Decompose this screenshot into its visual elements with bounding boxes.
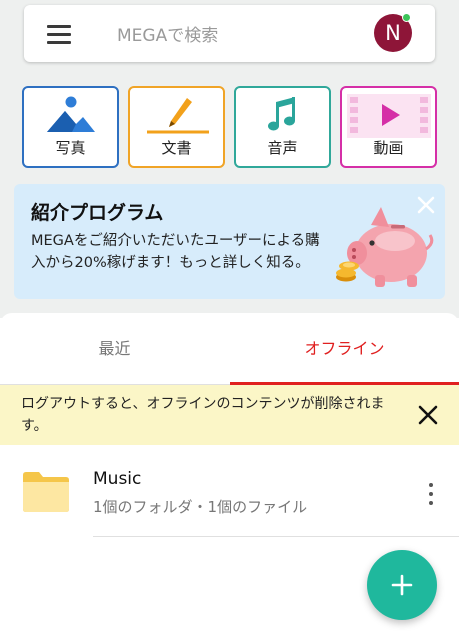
list-item[interactable]: Music 1個のフォルダ・1個のファイル bbox=[0, 453, 459, 535]
banner-title: 紹介プログラム bbox=[31, 202, 164, 224]
tab-recent[interactable]: 最近 bbox=[0, 313, 229, 385]
audio-icon bbox=[236, 94, 329, 138]
category-label: 音声 bbox=[267, 139, 298, 157]
category-audio[interactable]: 音声 bbox=[234, 86, 331, 168]
category-label: 文書 bbox=[161, 139, 192, 157]
add-button[interactable] bbox=[367, 550, 437, 620]
photo-icon bbox=[24, 94, 117, 138]
document-icon bbox=[130, 94, 223, 138]
more-options-icon[interactable] bbox=[421, 481, 441, 507]
video-icon bbox=[342, 94, 435, 138]
list-divider bbox=[93, 536, 459, 537]
close-icon[interactable] bbox=[416, 403, 440, 427]
close-icon[interactable] bbox=[414, 193, 438, 217]
item-info: 1個のフォルダ・1個のファイル bbox=[93, 498, 308, 516]
banner-text: MEGAをご紹介いただいたユーザーによる購入から20%稼げます！もっと詳しく知る… bbox=[31, 233, 320, 271]
search-input[interactable]: MEGAで検索 bbox=[117, 21, 218, 46]
tab-offline[interactable]: オフライン bbox=[230, 313, 459, 385]
offline-warning: ログアウトすると、オフラインのコンテンツが削除されます。 bbox=[0, 385, 459, 445]
warning-text: ログアウトすると、オフラインのコンテンツが削除されます。 bbox=[21, 396, 385, 434]
category-label: 動画 bbox=[373, 139, 404, 157]
category-documents[interactable]: 文書 bbox=[128, 86, 225, 168]
category-photos[interactable]: 写真 bbox=[22, 86, 119, 168]
plus-icon bbox=[391, 574, 413, 596]
referral-banner[interactable]: 紹介プログラム MEGAをご紹介いただいたユーザーによる購入から20%稼げます！… bbox=[14, 184, 445, 299]
folder-icon bbox=[22, 469, 70, 517]
category-label: 写真 bbox=[55, 139, 86, 157]
search-bar[interactable]: MEGAで検索 N bbox=[24, 5, 435, 62]
category-video[interactable]: 動画 bbox=[340, 86, 437, 168]
online-status-dot bbox=[402, 13, 411, 22]
item-name: Music bbox=[93, 469, 142, 489]
menu-icon[interactable] bbox=[47, 23, 73, 45]
